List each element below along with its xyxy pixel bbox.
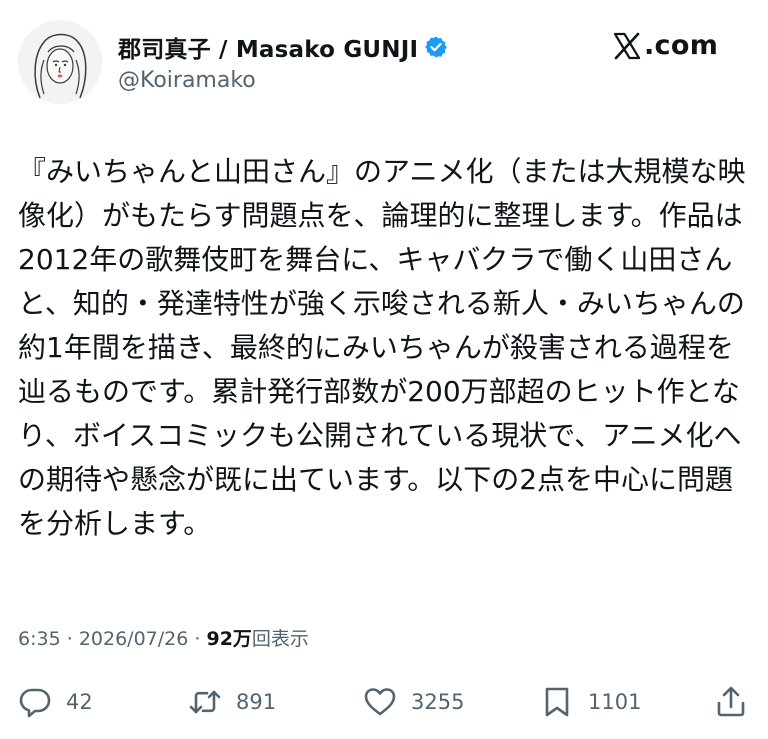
tweet-date[interactable]: 2026/07/26: [79, 628, 189, 650]
author-name-row: 郡司真子 / Masako GUNJI: [118, 30, 448, 64]
tweet-text: 『みいちゃんと山田さん』のアニメ化（または大規模な映像化）がもたらす問題点を、論…: [18, 155, 746, 540]
x-com-logo: .com: [612, 30, 718, 61]
avatar[interactable]: [18, 20, 102, 104]
meta-separator: ·: [194, 628, 201, 650]
like-button[interactable]: 3255: [363, 680, 464, 724]
view-count: 92万: [206, 628, 252, 650]
x-domain-text: .com: [644, 30, 719, 61]
repost-count: 891: [236, 690, 277, 714]
like-count: 3255: [411, 690, 465, 714]
reply-bubble-icon: [19, 688, 51, 718]
tweet-meta: 6:35 · 2026/07/26 · 92万回表示: [18, 624, 309, 651]
heart-icon: [364, 688, 396, 716]
author-handle[interactable]: @Koiramako: [118, 68, 256, 93]
reply-button[interactable]: 42: [18, 680, 93, 724]
bookmark-button[interactable]: 1101: [540, 680, 641, 724]
illustrated-portrait-avatar-icon: [18, 20, 102, 104]
view-label: 回表示: [251, 628, 309, 650]
bookmark-count: 1101: [588, 690, 642, 714]
x-logo-icon: [613, 32, 641, 59]
author-display-name[interactable]: 郡司真子 / Masako GUNJI: [118, 30, 418, 64]
repost-button[interactable]: 891: [188, 680, 276, 724]
action-bar: 42 891 3255 1101: [0, 680, 768, 724]
repost-icon: [189, 690, 221, 714]
share-button[interactable]: [714, 680, 748, 724]
tweet-time[interactable]: 6:35: [18, 628, 61, 650]
reply-count: 42: [66, 690, 93, 714]
meta-separator: ·: [66, 628, 73, 650]
verified-badge-icon: [425, 36, 448, 58]
share-icon: [717, 686, 745, 717]
bookmark-icon: [545, 687, 569, 717]
